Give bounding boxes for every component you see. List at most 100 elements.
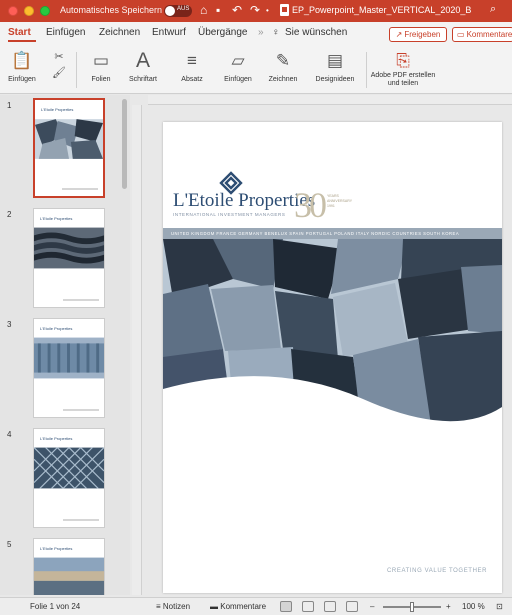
zoom-slider-handle[interactable] [410, 602, 414, 612]
design-ideas-button[interactable]: ▤ Designideen [310, 48, 360, 92]
thumbnail-footer [62, 188, 98, 190]
thumbnail-number: 5 [7, 540, 12, 549]
thumbnail-logo: L'Etoile Properties [40, 436, 73, 441]
draw-icon: ✎ [275, 51, 291, 70]
adobe-pdf-button[interactable]: ⎘ Adobe PDF erstellen und teilen [368, 48, 438, 92]
more-tabs-button[interactable]: » [258, 27, 264, 38]
adobe-pdf-icon: ⎘ [396, 51, 410, 70]
slides-label: Folien [91, 76, 111, 83]
toggle-knob [165, 6, 175, 16]
tab-start[interactable]: Start [8, 27, 31, 38]
zoom-in-button[interactable]: + [446, 602, 451, 611]
tab-zeichnen[interactable]: Zeichnen [99, 27, 140, 38]
fullscreen-window-button[interactable] [40, 6, 50, 16]
slide-thumbnail[interactable]: L'Etoile Properties [33, 318, 105, 418]
tab-uebergaenge[interactable]: Übergänge [198, 27, 247, 38]
fit-to-window-icon[interactable]: ⊡ [496, 602, 503, 611]
font-button[interactable]: A Schriftart [124, 48, 162, 92]
hero-image [163, 239, 502, 425]
thumbnail-number: 1 [7, 101, 12, 110]
status-bar: Folie 1 von 24 ≡ Notizen ▬ Kommentare – … [0, 597, 512, 615]
search-icon[interactable]: ⌕ [490, 3, 496, 16]
tab-entwurf[interactable]: Entwurf [152, 27, 186, 38]
anniversary-tagline: YEARS ANNIVERSARY 1991 [327, 194, 352, 209]
slide-thumbnail[interactable]: L'Etoile Properties [33, 98, 105, 198]
minimize-window-button[interactable] [24, 6, 34, 16]
redo-icon[interactable]: ↷ [250, 3, 260, 17]
tell-me-search[interactable]: Sie wünschen [285, 27, 347, 38]
draw-label: Zeichnen [268, 76, 298, 83]
thumbnail-logo: L'Etoile Properties [40, 546, 73, 551]
paste-label: Einfügen [8, 76, 36, 83]
draw-button[interactable]: ✎ Zeichnen [264, 48, 302, 92]
notes-label: Notizen [162, 602, 191, 611]
share-button[interactable]: ↗ Freigeben [389, 27, 447, 42]
thumbnail-image [34, 227, 104, 269]
slide-thumbnail-pane[interactable]: 1 L'Etoile Properties 2 L'Etoile Propert… [0, 95, 130, 595]
company-subtitle: INTERNATIONAL INVESTMENT MANAGERS [173, 212, 286, 217]
slide-thumbnail[interactable]: L'Etoile Properties [33, 208, 105, 308]
comment-icon: ▭ [457, 30, 465, 39]
design-ideas-icon: ▤ [326, 51, 344, 70]
current-slide[interactable]: L'Etoile Properties INTERNATIONAL INVEST… [163, 122, 502, 593]
zoom-out-button[interactable]: – [370, 602, 374, 611]
document-title: EP_Powerpoint_Master_VERTICAL_2020_B [292, 5, 472, 15]
design-ideas-label: Designideen [315, 76, 355, 83]
vertical-ruler [132, 105, 142, 595]
comments-button[interactable]: ▭ Kommentare [452, 27, 512, 42]
slide-sorter-view-button[interactable] [302, 601, 314, 612]
paste-button[interactable]: 📋 Einfügen [4, 48, 40, 92]
slide-thumbnail[interactable]: L'Etoile Properties [33, 428, 105, 528]
thumbnail-logo: L'Etoile Properties [40, 326, 73, 331]
title-bar: Automatisches Speichern AUS ⌂ ▪ ↶ ↷ • EP… [0, 0, 512, 22]
paragraph-button[interactable]: ≡ Absatz [174, 48, 210, 92]
autosave-state: AUS [177, 6, 190, 12]
thumbnail-scrollbar[interactable] [122, 99, 127, 189]
insert-shape-button[interactable]: ▱ Einfügen [218, 48, 258, 92]
thumbnail-number: 4 [7, 430, 12, 439]
thumbnail-image [34, 447, 104, 489]
new-slide-button[interactable]: ▭ Folien [84, 48, 118, 92]
font-label: Schriftart [128, 76, 157, 83]
slideshow-view-button[interactable] [346, 601, 358, 612]
paragraph-label: Absatz [181, 76, 203, 83]
autosave-label: Automatisches Speichern [60, 5, 163, 15]
anniversary-year: 1991 [327, 204, 335, 208]
close-window-button[interactable] [8, 6, 18, 16]
more-icon[interactable]: • [266, 6, 269, 15]
thumbnail-footer [63, 299, 99, 301]
save-icon[interactable]: ▪ [216, 3, 220, 17]
slide-thumbnail[interactable]: L'Etoile Properties [33, 538, 105, 595]
home-icon[interactable]: ⌂ [200, 3, 207, 17]
autosave-toggle[interactable]: AUS [164, 5, 192, 17]
countries-bar: UNITED KINGDOM FRANCE GERMANY BENELUX SP… [163, 228, 502, 239]
share-icon: ↗ [395, 30, 403, 39]
slide-counter: Folie 1 von 24 [30, 602, 81, 611]
active-tab-indicator [8, 40, 36, 42]
adobe-pdf-label: Adobe PDF erstellen und teilen [370, 72, 436, 87]
ribbon-separator [76, 52, 77, 88]
thumbnail-image [34, 557, 104, 595]
share-label: Freigeben [404, 30, 441, 39]
powerpoint-file-icon [280, 4, 289, 16]
reading-view-button[interactable] [324, 601, 336, 612]
thumbnail-footer [63, 519, 99, 521]
ribbon-separator [366, 52, 367, 88]
normal-view-button[interactable] [280, 601, 292, 612]
zoom-level[interactable]: 100 % [462, 602, 485, 611]
comment-icon: ▬ [210, 602, 221, 611]
tab-einfuegen[interactable]: Einfügen [46, 27, 85, 38]
notes-button[interactable]: ≡ Notizen [156, 602, 190, 611]
countries-list: UNITED KINGDOM FRANCE GERMANY BENELUX SP… [171, 231, 460, 236]
anniversary-mark: 30 [294, 185, 327, 225]
comments-toggle-button[interactable]: ▬ Kommentare [210, 602, 266, 611]
format-painter-icon: 🖌 [52, 67, 66, 79]
undo-icon[interactable]: ↶ [232, 3, 242, 17]
notes-icon: ≡ [156, 602, 163, 611]
slogan-text: CREATING VALUE TOGETHER [387, 568, 488, 574]
clipboard-tools[interactable]: ✂ 🖌 [48, 48, 70, 92]
thumbnail-number: 2 [7, 210, 12, 219]
horizontal-ruler [148, 95, 512, 105]
lightbulb-icon: ♀ [272, 27, 280, 38]
comments-toggle-label: Kommentare [220, 602, 267, 611]
